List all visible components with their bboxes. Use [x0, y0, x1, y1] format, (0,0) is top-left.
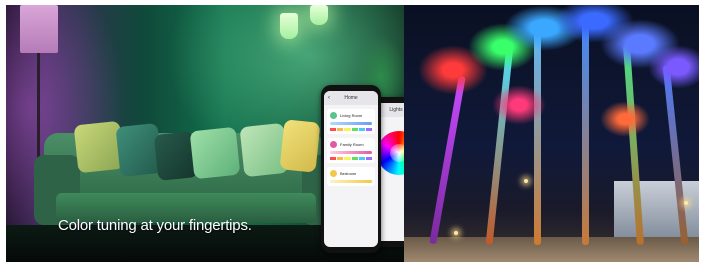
- palm-trunk: [429, 75, 466, 245]
- room-name: Living Room: [340, 113, 363, 118]
- bulb-icon: [330, 170, 337, 177]
- room-card[interactable]: Family Room: [327, 138, 375, 163]
- cushion: [279, 119, 321, 173]
- back-arrow-icon[interactable]: ‹: [328, 91, 330, 105]
- phone-room-controls: ‹ Home Living Room Family Room Bedroom: [321, 85, 381, 253]
- street-light: [524, 179, 528, 183]
- pendant-light: [280, 13, 298, 39]
- palm-trees-photo: [404, 5, 699, 262]
- street-light: [454, 231, 458, 235]
- palm-fronds: [600, 101, 650, 137]
- phone-screen: ‹ Home Living Room Family Room Bedroom: [324, 91, 378, 247]
- palm-fronds: [648, 45, 699, 89]
- phone-header: ‹ Home: [324, 91, 378, 105]
- palm-trunk: [485, 45, 514, 245]
- brightness-slider[interactable]: [330, 151, 372, 154]
- brightness-slider[interactable]: [330, 180, 372, 183]
- phone-header-title: Home: [344, 95, 358, 101]
- palm-trunk: [534, 25, 541, 245]
- floor-lamp-shade: [20, 5, 58, 53]
- color-wheel-center: [390, 144, 404, 162]
- room-name: Bedroom: [340, 171, 357, 176]
- bulb-icon: [330, 112, 337, 119]
- color-swatches[interactable]: [330, 128, 373, 131]
- color-wheel[interactable]: [377, 131, 404, 175]
- plaza-ground: [404, 237, 699, 262]
- image-banner: Color tuning at your fingertips. Lights …: [0, 0, 704, 267]
- pendant-light: [310, 5, 328, 25]
- banner-tagline: Color tuning at your fingertips.: [58, 217, 252, 234]
- cushion: [189, 126, 241, 180]
- room-card[interactable]: Living Room: [327, 109, 375, 134]
- room-card[interactable]: Bedroom: [327, 167, 375, 186]
- color-swatches[interactable]: [330, 157, 373, 160]
- bulb-icon: [330, 141, 337, 148]
- living-room-photo: Color tuning at your fingertips. Lights …: [6, 5, 404, 262]
- street-light: [684, 201, 688, 205]
- palm-trunk: [582, 15, 589, 245]
- brightness-slider[interactable]: [330, 122, 372, 125]
- room-name: Family Room: [340, 142, 364, 147]
- palm-fronds: [492, 85, 546, 125]
